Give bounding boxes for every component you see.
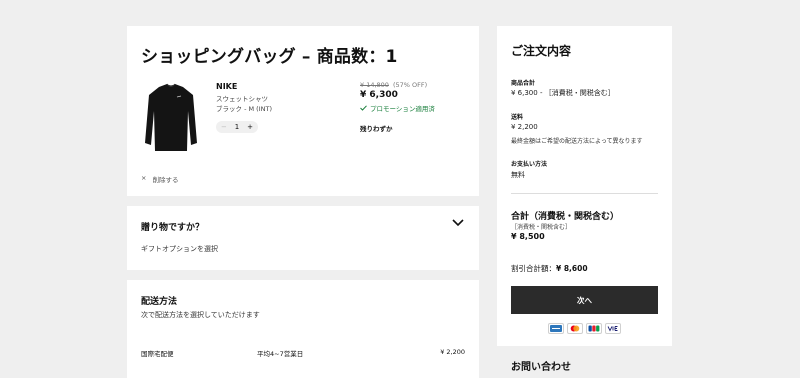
order-summary-card: ご注文内容 商品合計 ¥ 6,300 - ［消費税・関税含む］ 送料 ¥ 2,2… [497, 26, 672, 346]
subtotal-value: ¥ 6,300 - ［消費税・関税含む］ [511, 89, 615, 97]
gift-title: 贈り物ですか？ [141, 223, 205, 233]
shipping-method-name: 国際宅配便 [141, 350, 174, 358]
shipping-fee-value: ¥ 2,200 [511, 123, 538, 131]
summary-divider [511, 193, 658, 194]
gift-option-link[interactable]: ギフトオプションを選択 [141, 244, 218, 254]
shipping-method-card: 配送方法 次で配送方法を選択していただけます 国際宅配便 平均4~7営業日 ¥ … [127, 280, 479, 378]
mastercard-icon [567, 323, 583, 334]
summary-title: ご注文内容 [511, 44, 572, 58]
shipping-subtitle: 次で配送方法を選択していただけます [141, 311, 260, 319]
product-variant: ブラック - M (INT) [216, 105, 272, 113]
close-icon: × [141, 174, 147, 182]
promotion-applied: プロモーション適用済 [360, 103, 435, 113]
check-icon [360, 105, 367, 111]
quantity-increase-button[interactable]: + [247, 123, 253, 131]
product-brand[interactable]: NIKE [216, 82, 237, 91]
total-title: 合計（消費税・関税含む） [511, 212, 620, 222]
discount-percent: (57% OFF) [392, 81, 428, 89]
discount-label: 割引合計額： [511, 264, 556, 273]
product-image[interactable] [141, 81, 201, 156]
quantity-stepper: − 1 + [216, 121, 258, 133]
payment-method-value: 無料 [511, 171, 525, 179]
stock-status: 残りわずか [360, 125, 393, 133]
remove-item-button[interactable]: × 削除する [141, 174, 178, 184]
discount-total: 割引合計額：¥ 8,600 [511, 263, 588, 274]
amex-icon [548, 323, 564, 334]
subtotal-label: 商品合計 [511, 80, 536, 87]
visa-icon [605, 323, 621, 334]
next-button[interactable]: 次へ [511, 286, 658, 314]
shipping-method-row[interactable]: 国際宅配便 平均4~7営業日 ¥ 2,200 [141, 348, 465, 358]
discount-value: ¥ 8,600 [556, 264, 588, 273]
jcb-icon [586, 323, 602, 334]
contact-section: お問い合わせ [497, 346, 672, 378]
remove-label: 削除する [152, 176, 179, 184]
shipping-method-price: ¥ 2,200 [440, 348, 465, 356]
shipping-fee-label: 送料 [511, 114, 524, 121]
payment-method-label: お支払い方法 [511, 161, 548, 168]
shipping-method-duration: 平均4~7営業日 [257, 350, 304, 358]
original-price: ¥ 14,800 [360, 81, 389, 89]
shopping-bag-card: ショッピングバッグ – 商品数：1 NIKE スウェットシャツ ブラック - M… [127, 26, 479, 196]
gift-option-card[interactable]: 贈り物ですか？ ギフトオプションを選択 [127, 206, 479, 270]
shipping-fee-note: 最終金額はご希望の配送方法によって異なります [511, 138, 643, 145]
shipping-title: 配送方法 [141, 297, 178, 307]
quantity-value: 1 [234, 123, 240, 131]
quantity-decrease-button[interactable]: − [221, 123, 227, 131]
sale-price: ¥ 6,300 [360, 90, 398, 100]
chevron-down-icon[interactable] [451, 218, 465, 228]
contact-title[interactable]: お問い合わせ [511, 358, 571, 373]
product-name[interactable]: スウェットシャツ [216, 93, 268, 103]
total-tax-note: ［消費税・関税含む］ [511, 224, 572, 231]
original-price-row: ¥ 14,800 (57% OFF) [360, 81, 427, 89]
total-value: ¥ 8,500 [511, 232, 545, 241]
promotion-label: プロモーション適用済 [370, 105, 435, 113]
payment-icons [548, 323, 621, 334]
cart-title: ショッピングバッグ – 商品数：1 [141, 47, 398, 67]
